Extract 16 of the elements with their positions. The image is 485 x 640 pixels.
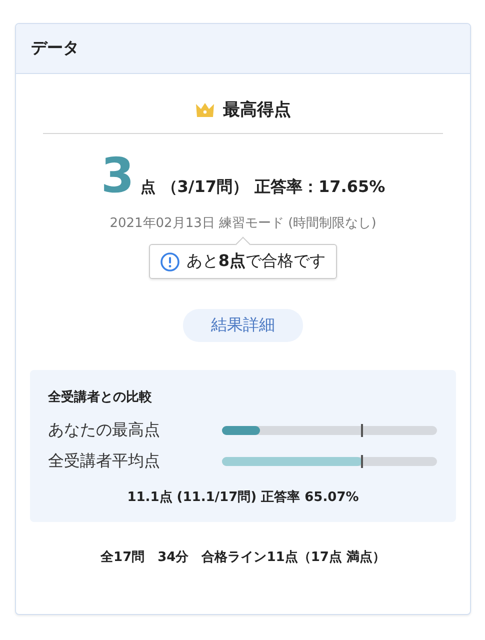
exam-summary: 全17問 34分 合格ライン11点（17点 満点） bbox=[100, 549, 386, 566]
correct-rate: 正答率：17.65% bbox=[254, 177, 386, 198]
info-icon bbox=[160, 252, 180, 272]
card-title: データ bbox=[16, 24, 470, 74]
tip-text: あと8点で合格です bbox=[186, 251, 326, 272]
section-title: 最高得点 bbox=[223, 99, 291, 121]
average-summary: 11.1点 (11.1/17問) 正答率 65.07% bbox=[127, 488, 359, 506]
question-count: （3/17問） bbox=[161, 177, 248, 198]
attempt-info: 2021年02月13日 練習モード (時間制限なし) bbox=[110, 215, 376, 232]
row-label: 全受講者平均点 bbox=[48, 451, 161, 472]
score-value: 3 bbox=[100, 152, 134, 200]
score-unit: 点 bbox=[140, 178, 156, 197]
result-detail-button[interactable]: 結果詳細 bbox=[183, 309, 303, 342]
comparison-title: 全受講者との比較 bbox=[48, 388, 153, 406]
row-label: あなたの最高点 bbox=[48, 420, 161, 441]
crown-icon bbox=[195, 102, 215, 118]
